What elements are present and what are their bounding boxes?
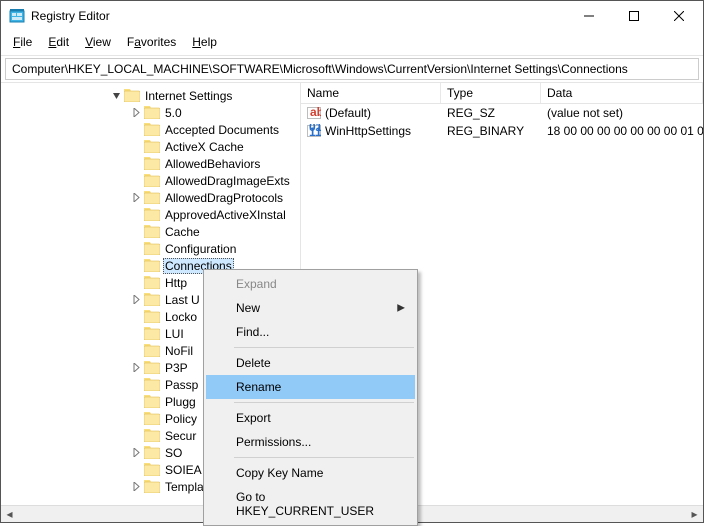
expander-icon[interactable] <box>129 293 143 307</box>
tree-node-label: SOIEA <box>163 463 204 477</box>
value-type: REG_BINARY <box>441 124 541 138</box>
tree-node-label: SO <box>163 446 184 460</box>
menu-separator <box>234 457 414 458</box>
tree-node[interactable]: AllowedDragProtocols <box>1 189 300 206</box>
value-name: WinHttpSettings <box>325 124 411 138</box>
expander-icon[interactable] <box>109 89 123 103</box>
submenu-arrow-icon: ▶ <box>397 303 405 314</box>
tree-node-label: Accepted Documents <box>163 123 281 137</box>
menu-view[interactable]: View <box>79 33 117 51</box>
list-header: Name Type Data <box>301 83 703 104</box>
tree-node-label: LUI <box>163 327 186 341</box>
column-data[interactable]: Data <box>541 83 703 103</box>
menu-favorites[interactable]: Favorites <box>121 33 182 51</box>
tree-node-label: ApprovedActiveXInstal <box>163 208 288 222</box>
menu-rename[interactable]: Rename <box>206 375 415 399</box>
tree-node-label: Passp <box>163 378 200 392</box>
tree-node-label: ActiveX Cache <box>163 140 246 154</box>
tree-node[interactable]: Accepted Documents <box>1 121 300 138</box>
tree-node-label: 5.0 <box>163 106 184 120</box>
value-data: 18 00 00 00 00 00 00 00 01 00 0 <box>541 124 703 138</box>
menu-separator <box>234 402 414 403</box>
column-name[interactable]: Name <box>301 83 441 103</box>
expander-icon[interactable] <box>129 446 143 460</box>
menu-bar: File Edit View Favorites Help <box>1 31 703 56</box>
tree-node[interactable]: ApprovedActiveXInstal <box>1 206 300 223</box>
svg-text:ab: ab <box>310 106 321 119</box>
menu-expand[interactable]: Expand <box>206 272 415 296</box>
menu-edit[interactable]: Edit <box>42 33 75 51</box>
expander-icon[interactable] <box>129 191 143 205</box>
tree-node-label: AllowedDragProtocols <box>163 191 285 205</box>
tree-node-label: Locko <box>163 310 199 324</box>
list-row[interactable]: 011110WinHttpSettingsREG_BINARY18 00 00 … <box>301 122 703 140</box>
tree-node[interactable]: Cache <box>1 223 300 240</box>
maximize-button[interactable] <box>611 2 656 30</box>
tree-node[interactable]: 5.0 <box>1 104 300 121</box>
tree-node[interactable]: AllowedDragImageExts <box>1 172 300 189</box>
scroll-right-icon[interactable]: ▸ <box>686 506 703 523</box>
menu-new[interactable]: New▶ <box>206 296 415 320</box>
list-row[interactable]: ab (Default) REG_SZ(value not set) <box>301 104 703 122</box>
window-controls <box>566 2 701 30</box>
close-button[interactable] <box>656 2 701 30</box>
menu-separator <box>234 347 414 348</box>
tree-node[interactable]: AllowedBehaviors <box>1 155 300 172</box>
menu-goto-hkcu[interactable]: Go to HKEY_CURRENT_USER <box>206 485 415 523</box>
tree-node-label: Plugg <box>163 395 198 409</box>
tree-node-label: Configuration <box>163 242 238 256</box>
value-data: (value not set) <box>541 106 703 120</box>
value-name: (Default) <box>325 106 371 120</box>
list-body: ab(Default)REG_SZ(value not set)011110Wi… <box>301 104 703 140</box>
expander-icon[interactable] <box>129 106 143 120</box>
tree-node-label: Cache <box>163 225 202 239</box>
app-icon <box>9 8 25 24</box>
tree-node-label: P3P <box>163 361 190 375</box>
value-type: REG_SZ <box>441 106 541 120</box>
menu-export[interactable]: Export <box>206 406 415 430</box>
menu-find[interactable]: Find... <box>206 320 415 344</box>
tree-node-label: Last U <box>163 293 202 307</box>
tree-node-root[interactable]: Internet Settings <box>1 87 300 104</box>
tree-node-label: NoFil <box>163 344 195 358</box>
menu-help[interactable]: Help <box>186 33 223 51</box>
tree-node[interactable]: Configuration <box>1 240 300 257</box>
address-bar[interactable]: Computer\HKEY_LOCAL_MACHINE\SOFTWARE\Mic… <box>5 58 699 80</box>
tree-node[interactable]: ActiveX Cache <box>1 138 300 155</box>
scroll-left-icon[interactable]: ◂ <box>1 506 18 523</box>
column-type[interactable]: Type <box>441 83 541 103</box>
tree-node-label: Internet Settings <box>143 89 234 103</box>
expander-icon[interactable] <box>129 480 143 494</box>
minimize-button[interactable] <box>566 2 611 30</box>
context-menu: Expand New▶ Find... Delete Rename Export… <box>203 269 418 526</box>
tree-node-label: Http <box>163 276 189 290</box>
expander-icon[interactable] <box>129 361 143 375</box>
tree-node-label: AllowedBehaviors <box>163 157 262 171</box>
menu-permissions[interactable]: Permissions... <box>206 430 415 454</box>
menu-copy-key-name[interactable]: Copy Key Name <box>206 461 415 485</box>
menu-delete[interactable]: Delete <box>206 351 415 375</box>
window-title: Registry Editor <box>31 9 566 23</box>
tree-node-label: Secur <box>163 429 198 443</box>
tree-node-label: Policy <box>163 412 199 426</box>
svg-text:110: 110 <box>309 125 321 138</box>
tree-node-label: AllowedDragImageExts <box>163 174 292 188</box>
titlebar: Registry Editor <box>1 1 703 31</box>
menu-file[interactable]: File <box>7 33 38 51</box>
